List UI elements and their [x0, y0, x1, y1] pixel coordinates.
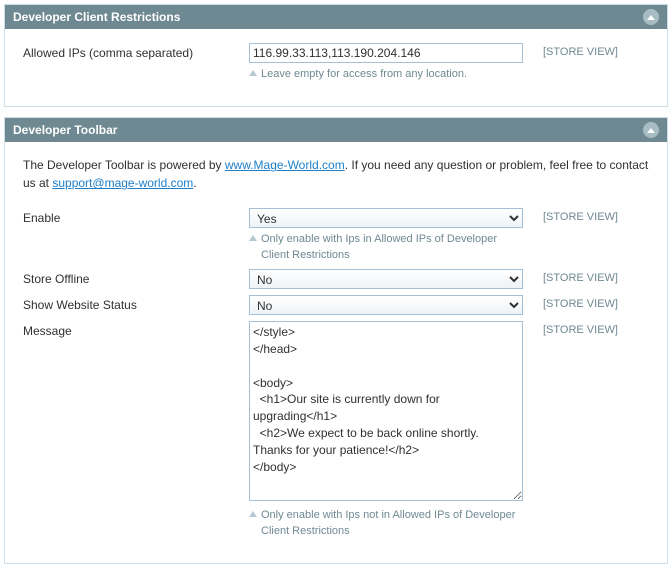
scope-message: [STORE VIEW] [523, 321, 649, 336]
note-allowed-ips: Leave empty for access from any location… [249, 67, 523, 82]
section-developer-client-restrictions: Developer Client Restrictions Allowed IP… [4, 4, 668, 107]
intro-text: The Developer Toolbar is powered by www.… [23, 156, 649, 192]
label-enable: Enable [23, 208, 249, 225]
control-allowed-ips: Leave empty for access from any location… [249, 43, 523, 82]
enable-select[interactable]: Yes [249, 208, 523, 228]
row-show-website-status: Show Website Status No [STORE VIEW] [23, 295, 649, 315]
collapse-icon[interactable] [643, 9, 659, 25]
show-status-select[interactable]: No [249, 295, 523, 315]
note-arrow-icon [249, 511, 257, 517]
note-arrow-icon [249, 235, 257, 241]
note-message: Only enable with Ips not in Allowed IPs … [249, 508, 523, 539]
scope-enable: [STORE VIEW] [523, 208, 649, 223]
scope-allowed-ips: [STORE VIEW] [523, 43, 649, 58]
section-header-restrictions[interactable]: Developer Client Restrictions [5, 5, 667, 29]
note-text: Only enable with Ips not in Allowed IPs … [261, 508, 523, 539]
row-allowed-ips: Allowed IPs (comma separated) Leave empt… [23, 43, 649, 82]
intro-before: The Developer Toolbar is powered by [23, 158, 225, 172]
row-store-offline: Store Offline No [STORE VIEW] [23, 269, 649, 289]
note-text: Only enable with Ips in Allowed IPs of D… [261, 232, 523, 263]
control-message: Only enable with Ips not in Allowed IPs … [249, 321, 523, 539]
note-arrow-icon [249, 70, 257, 76]
section-title: Developer Toolbar [13, 123, 117, 137]
scope-show-status: [STORE VIEW] [523, 295, 649, 310]
row-enable: Enable Yes Only enable with Ips in Allow… [23, 208, 649, 263]
control-enable: Yes Only enable with Ips in Allowed IPs … [249, 208, 523, 263]
control-show-status: No [249, 295, 523, 315]
label-message: Message [23, 321, 249, 338]
note-enable: Only enable with Ips in Allowed IPs of D… [249, 232, 523, 263]
scope-store-offline: [STORE VIEW] [523, 269, 649, 284]
section-body-restrictions: Allowed IPs (comma separated) Leave empt… [5, 29, 667, 106]
link-support-email[interactable]: support@mage-world.com [52, 176, 193, 190]
row-message: Message Only enable with Ips not in Allo… [23, 321, 649, 539]
section-body-toolbar: The Developer Toolbar is powered by www.… [5, 142, 667, 563]
label-allowed-ips: Allowed IPs (comma separated) [23, 43, 249, 60]
label-show-status: Show Website Status [23, 295, 249, 312]
section-title: Developer Client Restrictions [13, 10, 180, 24]
label-store-offline: Store Offline [23, 269, 249, 286]
intro-after: . [193, 176, 196, 190]
control-store-offline: No [249, 269, 523, 289]
allowed-ips-input[interactable] [249, 43, 523, 63]
link-mage-world[interactable]: www.Mage-World.com [225, 158, 345, 172]
collapse-icon[interactable] [643, 122, 659, 138]
section-header-toolbar[interactable]: Developer Toolbar [5, 118, 667, 142]
message-textarea[interactable] [249, 321, 523, 501]
note-text: Leave empty for access from any location… [261, 67, 467, 82]
section-developer-toolbar: Developer Toolbar The Developer Toolbar … [4, 117, 668, 564]
store-offline-select[interactable]: No [249, 269, 523, 289]
